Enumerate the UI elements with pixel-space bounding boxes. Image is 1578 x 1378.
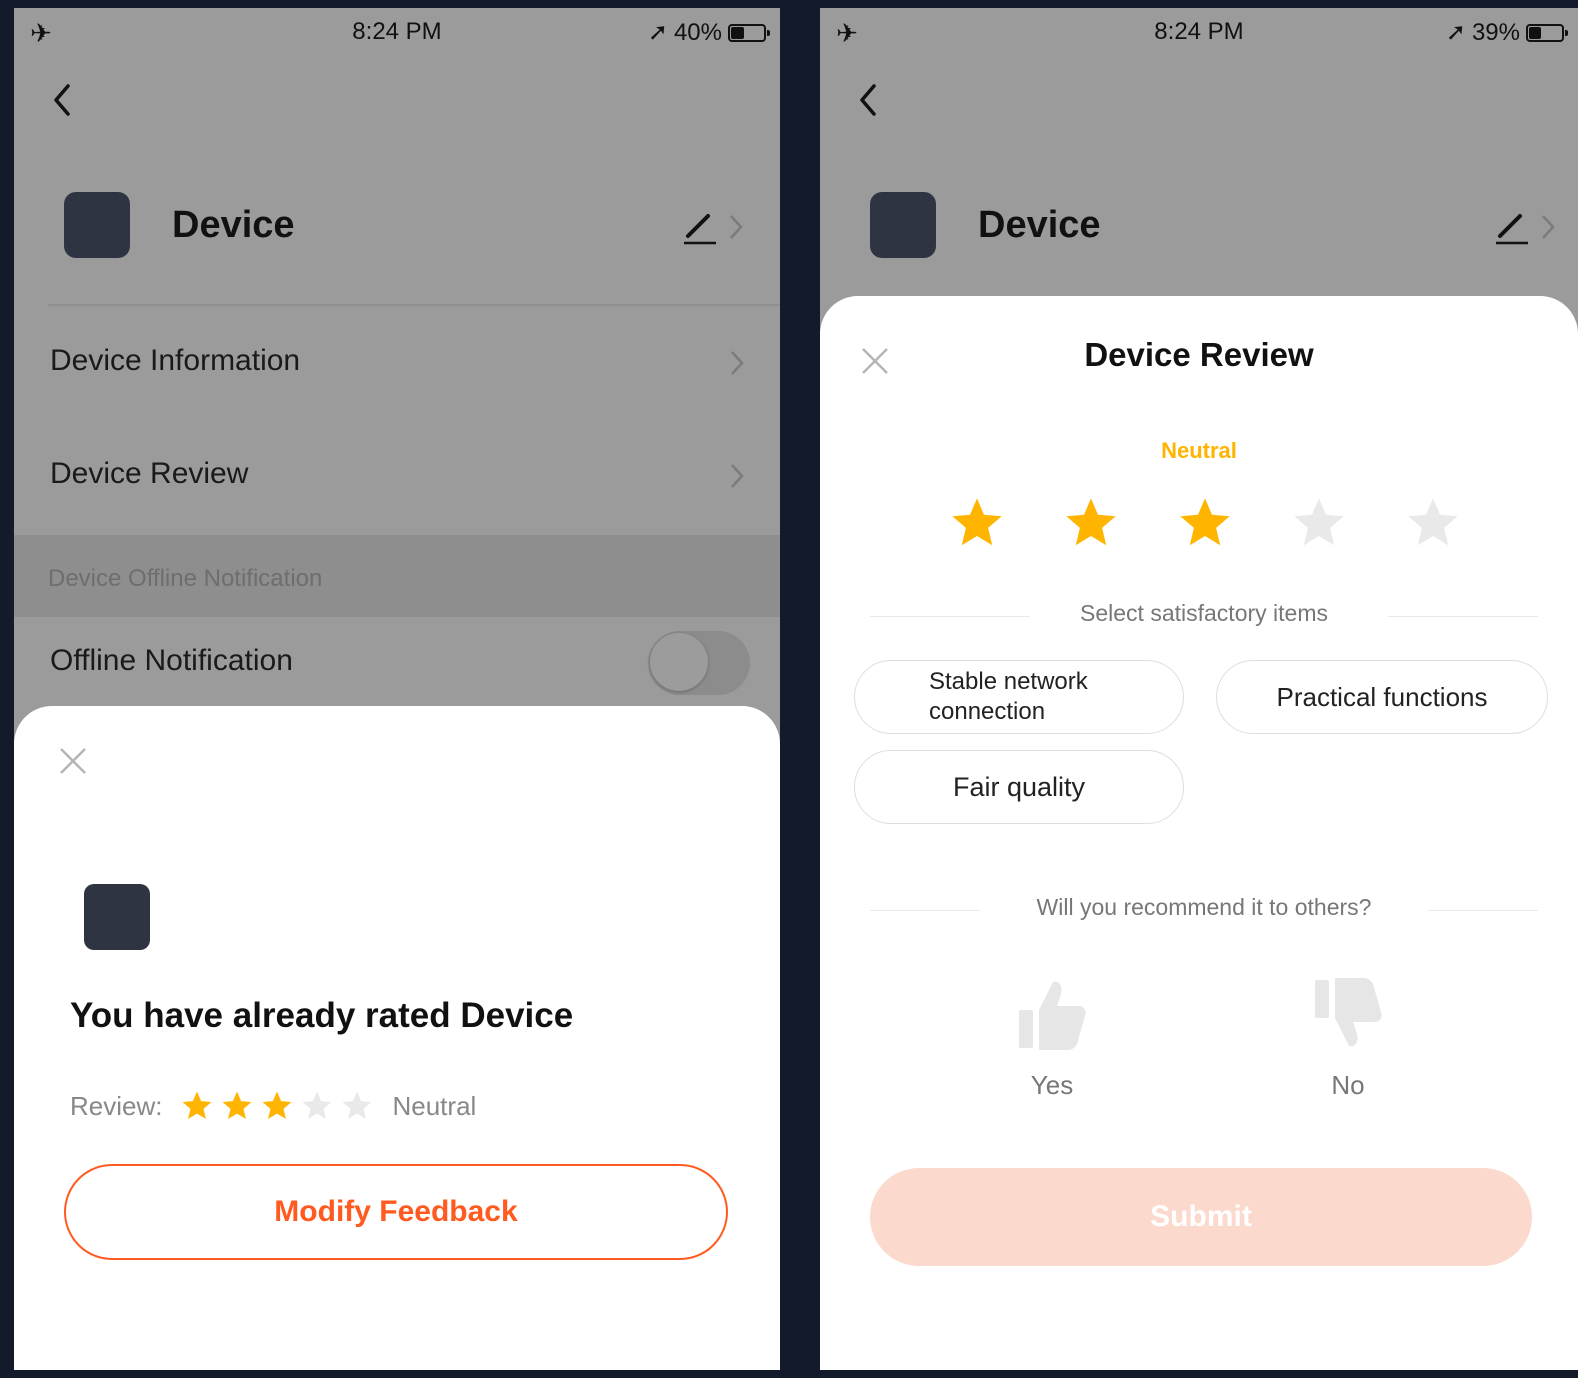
location-arrow-icon: ➚ — [647, 19, 668, 46]
section-header-label: Device Offline Notification — [48, 565, 323, 592]
pencil-icon[interactable] — [1492, 206, 1532, 246]
battery-fill — [731, 26, 744, 39]
star-empty-icon[interactable] — [1290, 494, 1348, 552]
rated-sheet: You have already rated Device Review: Ne… — [14, 706, 780, 1370]
star-filled-icon[interactable] — [1062, 494, 1120, 552]
chip-label: Stable network connection — [929, 668, 1088, 725]
chip-label: Fair quality — [952, 772, 1086, 802]
battery-icon — [728, 23, 770, 42]
menu-item-label: Device Review — [50, 457, 249, 490]
battery-fill — [1529, 26, 1542, 39]
back-arrow-icon[interactable] — [44, 76, 78, 124]
review-row: Review: Neutral — [70, 1086, 476, 1126]
chevron-right-icon — [731, 464, 744, 488]
recommend-separator: Will you recommend it to others? — [870, 894, 1538, 928]
recommend-no-button[interactable]: No — [1288, 976, 1408, 1101]
star-filled-icon — [223, 1091, 252, 1120]
no-label: No — [1331, 1070, 1365, 1100]
menu-item-label: Offline Notification — [50, 644, 293, 677]
chip-practical-functions[interactable]: Practical functions — [1216, 660, 1548, 734]
modify-feedback-button[interactable]: Modify Feedback — [64, 1164, 728, 1260]
right-phone-screen: ✈ 8:24 PM ➚ 39% Device Device Review Neu… — [820, 8, 1578, 1370]
pencil-icon[interactable] — [680, 206, 720, 246]
rating-word: Neutral — [1161, 438, 1237, 463]
divider — [48, 304, 780, 306]
separator-line — [1428, 910, 1538, 911]
chip-fair-quality[interactable]: Fair quality — [854, 750, 1184, 824]
close-icon[interactable] — [56, 744, 90, 778]
star-filled-icon[interactable] — [948, 494, 1006, 552]
status-bar: ✈ 8:24 PM ➚ 39% — [820, 8, 1578, 56]
chip-label: Practical functions — [1276, 682, 1488, 712]
section-header-offline: Device Offline Notification — [14, 535, 780, 617]
thumbs-up-icon — [1019, 981, 1086, 1050]
star-empty-icon — [303, 1091, 332, 1120]
menu-item-device-information[interactable]: Device Information — [14, 308, 780, 420]
satisfactory-separator: Select satisfactory items — [870, 600, 1538, 634]
menu-item-label: Device Information — [50, 344, 301, 377]
device-name: Device — [978, 204, 1101, 246]
device-thumbnail — [870, 192, 936, 258]
chevron-right-icon — [1542, 215, 1555, 239]
device-header[interactable]: Device — [14, 188, 780, 278]
review-rating-text: Neutral — [392, 1090, 477, 1121]
status-right: ➚ 39% — [1445, 18, 1568, 47]
back-arrow-icon[interactable] — [850, 76, 884, 124]
star-filled-icon[interactable] — [1176, 494, 1234, 552]
separator-line — [1388, 616, 1538, 617]
yes-label: Yes — [1030, 1070, 1074, 1100]
review-sheet: Device Review Neutral Select satisfactor… — [820, 296, 1578, 1370]
toggle-knob — [650, 633, 708, 691]
recommend-yes-button[interactable]: Yes — [992, 976, 1112, 1101]
left-phone-screen: ✈ 8:24 PM ➚ 40% Device Device Informatio… — [14, 8, 780, 1370]
location-arrow-icon: ➚ — [1445, 19, 1466, 46]
recommend-label: Will you recommend it to others? — [1036, 894, 1372, 920]
device-name: Device — [172, 204, 295, 246]
battery-percent: 40% — [673, 18, 722, 46]
offline-notification-toggle[interactable] — [648, 631, 750, 695]
chevron-right-icon — [731, 351, 744, 375]
device-header[interactable]: Device — [820, 188, 1578, 278]
status-bar: ✈ 8:24 PM ➚ 40% — [14, 8, 780, 56]
sheet-title: Device Review — [1084, 336, 1314, 373]
chip-stable-network[interactable]: Stable network connection — [854, 660, 1184, 734]
submit-button[interactable]: Submit — [870, 1168, 1532, 1266]
star-rating — [948, 494, 1458, 554]
thumbs-down-icon — [1315, 978, 1382, 1047]
star-empty-icon — [343, 1091, 372, 1120]
device-thumbnail — [84, 884, 150, 950]
status-right: ➚ 40% — [647, 18, 770, 47]
satisfactory-label: Select satisfactory items — [1080, 600, 1328, 626]
chevron-right-icon — [730, 215, 743, 239]
star-filled-icon — [263, 1091, 292, 1120]
star-empty-icon[interactable] — [1404, 494, 1462, 552]
battery-icon — [1526, 23, 1568, 42]
review-label: Review: — [70, 1090, 163, 1121]
rated-title: You have already rated Device — [70, 996, 574, 1035]
device-thumbnail — [64, 192, 130, 258]
star-filled-icon — [183, 1091, 212, 1120]
menu-item-device-review[interactable]: Device Review — [14, 421, 780, 533]
battery-percent: 39% — [1471, 18, 1520, 46]
review-stars — [180, 1089, 374, 1123]
